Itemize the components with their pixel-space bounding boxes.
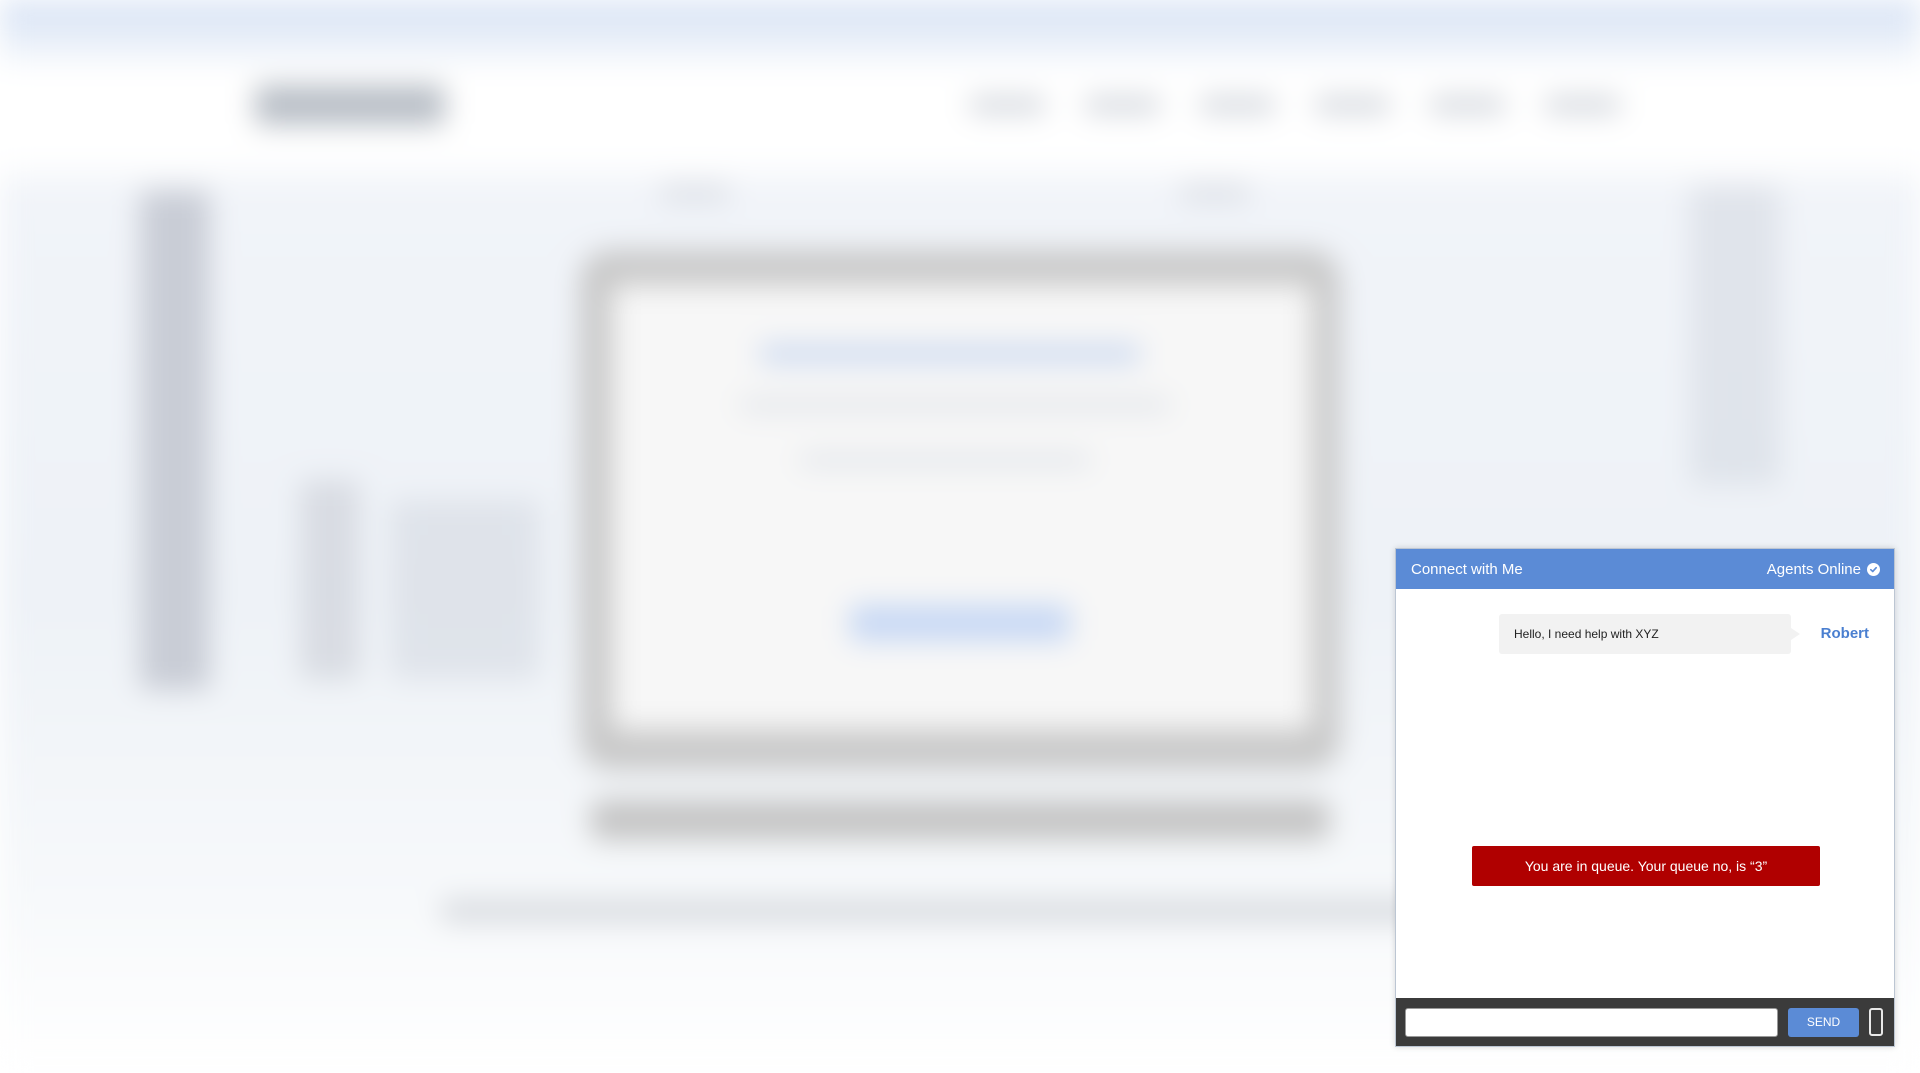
chat-widget: Connect with Me Agents Online Hello, I n… [1395,548,1895,1047]
message-input[interactable] [1405,1007,1778,1037]
message-bubble: Hello, I need help with XYZ [1499,614,1800,654]
laptop-base [590,800,1330,840]
send-button[interactable]: SEND [1788,1007,1859,1037]
chat-footer: SEND [1396,998,1894,1046]
check-circle-icon [1867,562,1880,576]
queue-notice: You are in queue. Your queue no, is “3” [1472,846,1820,886]
chat-header[interactable]: Connect with Me Agents Online [1396,549,1894,589]
site-nav [970,98,1620,112]
message-text: Hello, I need help with XYZ [1514,627,1659,641]
page: Connect with Me Agents Online Hello, I n… [0,0,1920,1073]
mobile-phone-icon[interactable] [1869,1008,1883,1036]
chat-messages: Hello, I need help with XYZ Robert You a… [1396,589,1894,998]
chat-title: Connect with Me [1411,560,1523,578]
message-sender: Robert [1820,625,1869,642]
agents-status: Agents Online [1767,561,1880,578]
site-logo [255,85,445,125]
agents-status-label: Agents Online [1766,560,1861,578]
